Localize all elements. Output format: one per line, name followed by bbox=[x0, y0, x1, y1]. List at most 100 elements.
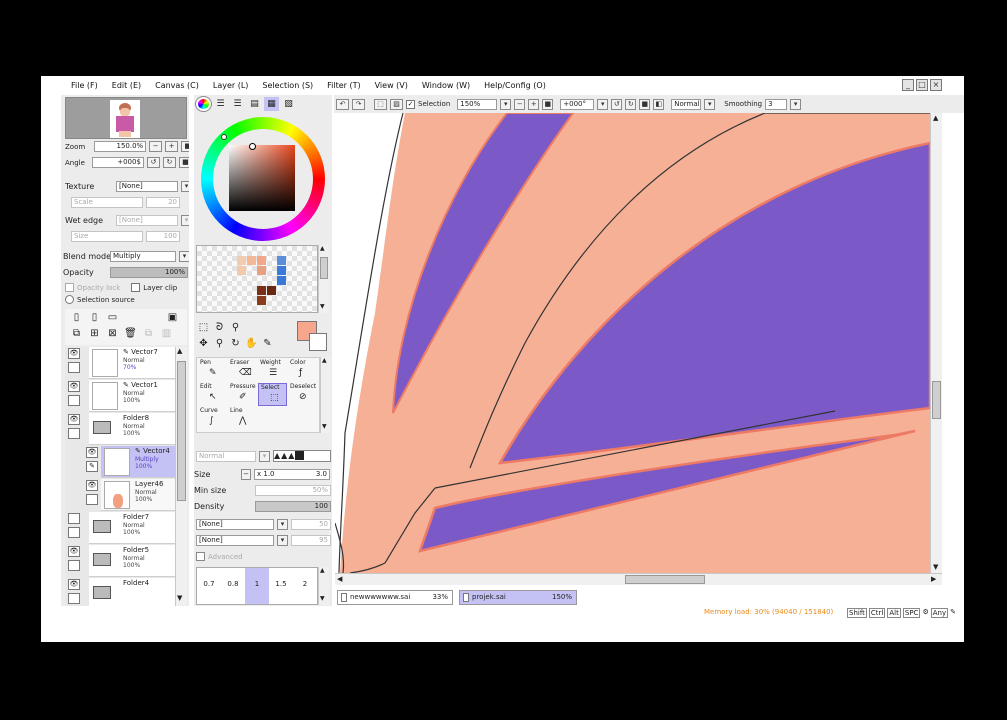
scratchpad-icon[interactable]: ▧ bbox=[281, 97, 296, 111]
scroll-up-icon[interactable]: ▲ bbox=[320, 567, 325, 574]
visibility-eye-icon[interactable]: 👁 bbox=[86, 447, 98, 458]
color-wheel[interactable] bbox=[201, 117, 325, 241]
close-button[interactable]: × bbox=[930, 79, 942, 91]
new-vector-layer-icon[interactable]: ▯ bbox=[87, 311, 102, 325]
tool-weight[interactable]: Weight ☰ bbox=[258, 359, 287, 382]
tool-pen[interactable]: Pen ✎ bbox=[198, 359, 227, 382]
visibility-eye-icon[interactable]: 👁 bbox=[86, 480, 98, 491]
lock-icon[interactable]: ▥ bbox=[159, 327, 174, 341]
scroll-down-icon[interactable]: ▼ bbox=[933, 563, 938, 571]
tool-mode-dropdown-icon[interactable]: ▾ bbox=[259, 450, 270, 462]
scroll-down-icon[interactable]: ▼ bbox=[177, 594, 182, 602]
layer-lock-box[interactable] bbox=[68, 362, 80, 373]
lasso-icon[interactable]: ᘐ bbox=[212, 321, 227, 335]
color-wheel-mode-icon[interactable] bbox=[195, 96, 212, 112]
tool-line[interactable]: Line ⋀ bbox=[228, 407, 257, 430]
tool-color[interactable]: Color ƒ bbox=[288, 359, 317, 382]
scroll-right-icon[interactable]: ▶ bbox=[931, 575, 936, 583]
canvas-zoom-in-icon[interactable]: + bbox=[528, 98, 540, 110]
settings-icon[interactable]: ⚙ bbox=[922, 608, 928, 618]
layer-lock-box[interactable] bbox=[68, 560, 80, 571]
hand-icon[interactable]: ✋ bbox=[244, 337, 259, 351]
saturation-value-square[interactable] bbox=[229, 143, 295, 211]
tool-deselect[interactable]: Deselect ⊘ bbox=[288, 383, 317, 406]
wet-edge-select[interactable]: [None] bbox=[116, 215, 178, 226]
color-swatch[interactable] bbox=[237, 256, 246, 265]
visibility-eye-icon[interactable]: 👁 bbox=[68, 381, 80, 392]
canvas-zoom-reset-icon[interactable]: ■ bbox=[542, 98, 554, 110]
texture-scale-field[interactable]: Scale bbox=[71, 197, 143, 208]
angle-field[interactable]: +000$ bbox=[91, 157, 144, 168]
menu-help-config[interactable]: Help/Config (O) bbox=[477, 81, 553, 90]
deselect-icon[interactable]: ⬚ bbox=[374, 98, 387, 110]
tool-select[interactable]: Select ⬚ bbox=[258, 383, 287, 406]
eyedropper-icon[interactable]: ✎ bbox=[260, 337, 275, 351]
color-swatch[interactable] bbox=[257, 266, 266, 275]
tool-eraser[interactable]: Eraser ⌫ bbox=[228, 359, 257, 382]
layer-row[interactable]: 👁 Folder4 bbox=[68, 578, 175, 606]
canvas-zoom-out-icon[interactable]: − bbox=[514, 98, 526, 110]
color-swatch[interactable] bbox=[247, 256, 256, 265]
swatch-grid[interactable] bbox=[196, 245, 318, 313]
menu-file[interactable]: File (F) bbox=[41, 81, 105, 90]
canvas-angle-reset-icon[interactable]: ■ bbox=[639, 98, 651, 110]
brush-texture-dropdown-icon[interactable]: ▾ bbox=[277, 519, 288, 530]
size-field[interactable]: x 1.0 3.0 bbox=[254, 469, 330, 480]
merge-visible-icon[interactable]: ⧉ bbox=[141, 327, 156, 341]
minimize-button[interactable]: _ bbox=[902, 79, 914, 91]
scrollbar-thumb[interactable] bbox=[932, 381, 941, 419]
layer-clip-checkbox[interactable] bbox=[131, 283, 141, 292]
brush-shape-selector[interactable]: ▲▲▲■ bbox=[273, 450, 331, 462]
layer-row[interactable]: Folder7 Normal 100% bbox=[68, 512, 175, 544]
canvas-blend-select[interactable]: Normal bbox=[671, 98, 702, 110]
zoom-icon[interactable]: ⚲ bbox=[212, 337, 227, 351]
flip-canvas-icon[interactable]: ◧ bbox=[653, 98, 665, 110]
texture-scale-num[interactable]: 20 bbox=[146, 197, 180, 208]
color-swatch[interactable] bbox=[237, 266, 246, 275]
layer-row[interactable]: 👁 ✎ Vector1 Normal 100% bbox=[68, 380, 175, 412]
canvas-area[interactable] bbox=[335, 113, 930, 573]
brush-texture-num[interactable]: 50 bbox=[291, 519, 331, 530]
document-tab-active[interactable]: projek.sai 150% bbox=[459, 590, 577, 605]
blend-mode-select[interactable]: Multiply bbox=[110, 251, 176, 262]
layer-edit-pen-icon[interactable]: ✎ bbox=[86, 461, 98, 472]
visibility-eye-icon[interactable]: 👁 bbox=[68, 348, 80, 359]
scroll-up-icon[interactable]: ▲ bbox=[177, 347, 182, 355]
advanced-checkbox[interactable] bbox=[196, 552, 205, 561]
canvas-angle-dropdown-icon[interactable]: ▾ bbox=[597, 98, 609, 110]
color-swatch[interactable] bbox=[257, 286, 266, 295]
layer-row[interactable]: 👁 ✎ Vector7 Normal 70% bbox=[68, 347, 175, 379]
layer-settings-icon[interactable]: ▣ bbox=[165, 311, 180, 325]
wet-edge-dropdown-icon[interactable]: ▾ bbox=[181, 215, 189, 226]
secondary-color-swatch[interactable] bbox=[309, 333, 327, 351]
scroll-up-icon[interactable]: ▲ bbox=[322, 357, 327, 364]
layer-list-scrollbar[interactable]: ▲ ▼ bbox=[175, 347, 187, 606]
menu-view[interactable]: View (V) bbox=[368, 81, 415, 90]
size-preset[interactable]: 1.5 bbox=[269, 568, 293, 604]
wet-edge-size-field[interactable]: Size bbox=[71, 231, 143, 242]
zoom-field[interactable]: 150.0% bbox=[94, 141, 147, 152]
scrollbar-thumb[interactable] bbox=[177, 361, 186, 501]
color-swatch[interactable] bbox=[277, 276, 286, 285]
opacity-lock-checkbox[interactable] bbox=[65, 283, 74, 292]
canvas-angle-select[interactable]: +000° bbox=[560, 98, 595, 110]
smoothing-select[interactable]: 3 bbox=[765, 98, 788, 110]
brush-shape-select[interactable]: [None] bbox=[196, 535, 274, 546]
size-preset[interactable]: 1 bbox=[245, 568, 269, 604]
min-size-field[interactable]: 50% bbox=[255, 485, 331, 496]
canvas-rotate-left-icon[interactable]: ↺ bbox=[611, 98, 623, 110]
rgb-slider-icon[interactable]: ☰ bbox=[213, 97, 228, 111]
navigator-preview[interactable] bbox=[65, 97, 187, 139]
size-preset[interactable]: 0.8 bbox=[221, 568, 245, 604]
menu-canvas[interactable]: Canvas (C) bbox=[148, 81, 206, 90]
canvas-zoom-select[interactable]: 150% bbox=[457, 98, 498, 110]
visibility-eye-icon[interactable]: 👁 bbox=[68, 546, 80, 557]
layer-lock-box[interactable] bbox=[68, 527, 80, 538]
zoom-in-button[interactable]: + bbox=[165, 141, 179, 152]
rotate-right-button[interactable]: ↻ bbox=[162, 157, 176, 168]
scroll-up-icon[interactable]: ▲ bbox=[320, 245, 325, 252]
gradient-icon[interactable]: ▤ bbox=[247, 97, 262, 111]
menu-edit[interactable]: Edit (E) bbox=[105, 81, 148, 90]
maximize-button[interactable]: □ bbox=[916, 79, 928, 91]
menu-selection[interactable]: Selection (S) bbox=[255, 81, 320, 90]
